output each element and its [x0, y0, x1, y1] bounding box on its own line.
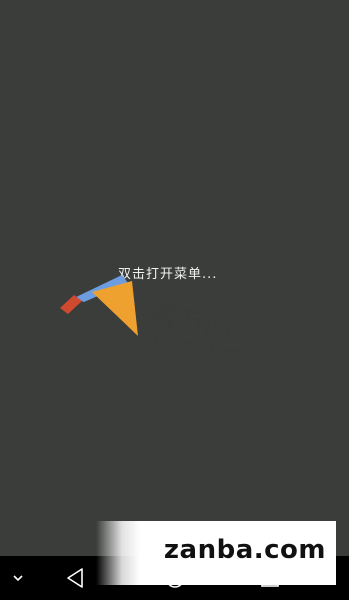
app-screen[interactable]: 双击打开菜单... 魔方网 mofang.com zanba.com — [0, 0, 349, 600]
zanba-watermark-text: zanba.com — [163, 535, 326, 565]
back-icon[interactable] — [64, 566, 88, 590]
collapse-chevron-icon[interactable] — [10, 570, 26, 586]
zanba-watermark-banner: zanba.com — [96, 521, 336, 585]
mofang-watermark-logo: 魔方网 mofang.com — [60, 275, 243, 360]
